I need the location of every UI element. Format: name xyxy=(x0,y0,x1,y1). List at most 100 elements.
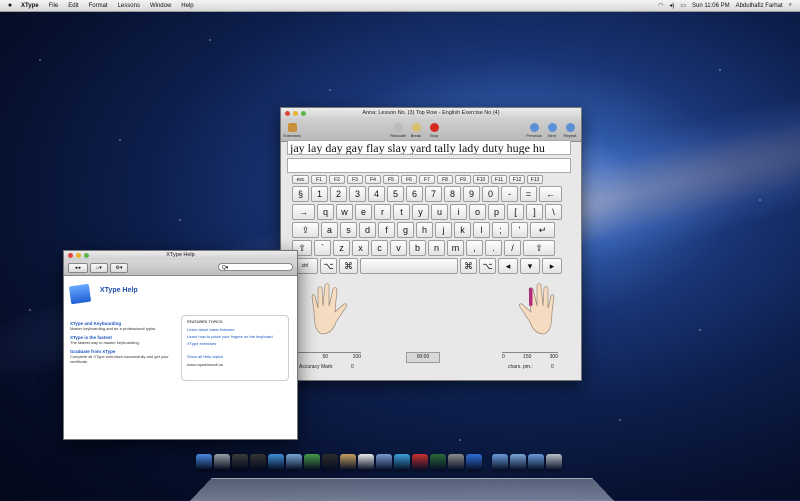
key[interactable]: ` xyxy=(314,240,331,256)
menu-format[interactable]: Format xyxy=(84,3,113,9)
key[interactable] xyxy=(360,258,458,274)
key[interactable]: ] xyxy=(526,204,543,220)
key[interactable]: 6 xyxy=(406,186,423,202)
documents-dock-icon[interactable] xyxy=(510,454,526,470)
launchpad-dock-icon[interactable] xyxy=(214,454,230,470)
facetime-dock-icon[interactable] xyxy=(322,454,338,470)
stop-button[interactable]: Stop xyxy=(425,122,443,138)
key[interactable]: z xyxy=(333,240,350,256)
spotlight-icon[interactable]: ⌕ xyxy=(789,2,792,9)
key[interactable]: F6 xyxy=(401,175,417,184)
action-menu-button[interactable]: ⚙▾ xyxy=(110,263,128,273)
downloads-dock-icon[interactable] xyxy=(528,454,544,470)
website-link[interactable]: www.mywelmsoft.us xyxy=(187,362,283,367)
key[interactable]: v xyxy=(390,240,407,256)
key[interactable]: F2 xyxy=(329,175,345,184)
featured-link[interactable]: XType exercises xyxy=(187,341,283,346)
key[interactable]: 8 xyxy=(444,186,461,202)
next-button[interactable]: Next xyxy=(543,122,561,138)
key[interactable]: ' xyxy=(511,222,528,238)
mail-dock-icon[interactable] xyxy=(286,454,302,470)
key[interactable]: l xyxy=(473,222,490,238)
key[interactable]: - xyxy=(501,186,518,202)
show-all-topics-link[interactable]: Show all Help topics xyxy=(187,354,283,359)
battery-icon[interactable]: ▭ xyxy=(680,2,686,9)
apple-menu-icon[interactable]: ● xyxy=(4,2,16,9)
key[interactable]: j xyxy=(435,222,452,238)
xtype-dock-icon[interactable] xyxy=(466,454,482,470)
itunes-dock-icon[interactable] xyxy=(394,454,410,470)
key[interactable]: n xyxy=(428,240,445,256)
key[interactable]: ◂ xyxy=(498,258,518,274)
key[interactable]: a xyxy=(321,222,338,238)
system-preferences-dock-icon[interactable] xyxy=(448,454,464,470)
key[interactable]: 2 xyxy=(330,186,347,202)
volume-icon[interactable]: ◂) xyxy=(669,2,674,9)
key[interactable]: o xyxy=(469,204,486,220)
key[interactable]: esc xyxy=(292,175,309,184)
key[interactable]: ⌘ xyxy=(460,258,477,274)
relocate-button[interactable]: Relocate xyxy=(389,122,407,138)
minimize-button[interactable] xyxy=(293,111,298,116)
home-button[interactable]: ⌂▾ xyxy=(90,263,108,273)
key[interactable]: / xyxy=(504,240,521,256)
repeat-button[interactable]: Repeat xyxy=(561,122,579,138)
key[interactable]: ⌥ xyxy=(479,258,496,274)
key[interactable]: b xyxy=(409,240,426,256)
key[interactable]: F8 xyxy=(437,175,453,184)
key[interactable]: 7 xyxy=(425,186,442,202)
key[interactable]: q xyxy=(317,204,334,220)
key[interactable]: ← xyxy=(539,186,562,202)
key[interactable]: k xyxy=(454,222,471,238)
featured-link[interactable]: Learn how to place your fingers on the k… xyxy=(187,334,283,339)
key[interactable]: t xyxy=(393,204,410,220)
help-titlebar[interactable]: XType Help xyxy=(64,251,297,260)
key[interactable]: x xyxy=(352,240,369,256)
key[interactable]: F12 xyxy=(509,175,525,184)
key[interactable]: m xyxy=(447,240,464,256)
ichat-dock-icon[interactable] xyxy=(304,454,320,470)
key[interactable]: F13 xyxy=(527,175,543,184)
key[interactable]: 1 xyxy=(311,186,328,202)
key[interactable]: u xyxy=(431,204,448,220)
key[interactable]: \ xyxy=(545,204,562,220)
menu-user[interactable]: Abdulhafiz Farhat xyxy=(736,3,783,9)
mission-control-dock-icon[interactable] xyxy=(232,454,248,470)
key[interactable]: ; xyxy=(492,222,509,238)
break-button[interactable]: Break xyxy=(407,122,425,138)
key[interactable]: F4 xyxy=(365,175,381,184)
key[interactable]: ⇪ xyxy=(292,222,319,238)
time-machine-dock-icon[interactable] xyxy=(430,454,446,470)
xtype-titlebar[interactable]: Anna: Lesson No. (3) Top Row - English E… xyxy=(281,108,581,119)
typing-input-field[interactable] xyxy=(287,158,571,173)
dashboard-dock-icon[interactable] xyxy=(250,454,266,470)
key[interactable]: r xyxy=(374,204,391,220)
applications-dock-icon[interactable] xyxy=(492,454,508,470)
contacts-dock-icon[interactable] xyxy=(340,454,356,470)
key[interactable]: F7 xyxy=(419,175,435,184)
photo-booth-dock-icon[interactable] xyxy=(412,454,428,470)
key[interactable]: p xyxy=(488,204,505,220)
typing-text-field[interactable]: jay lay day gay flay slay yard tally lad… xyxy=(287,140,571,155)
key[interactable]: i xyxy=(450,204,467,220)
menu-window[interactable]: Window xyxy=(145,3,176,9)
help-close-button[interactable] xyxy=(68,253,73,258)
key[interactable]: . xyxy=(485,240,502,256)
help-minimize-button[interactable] xyxy=(76,253,81,258)
key[interactable]: c xyxy=(371,240,388,256)
safari-dock-icon[interactable] xyxy=(268,454,284,470)
key[interactable]: w xyxy=(336,204,353,220)
key[interactable]: F3 xyxy=(347,175,363,184)
help-zoom-button[interactable] xyxy=(84,253,89,258)
key[interactable]: § xyxy=(292,186,309,202)
key[interactable]: 3 xyxy=(349,186,366,202)
calendar-dock-icon[interactable] xyxy=(358,454,374,470)
key[interactable]: f xyxy=(378,222,395,238)
menu-xtype[interactable]: XType xyxy=(16,3,44,9)
key[interactable]: = xyxy=(520,186,537,202)
menu-help[interactable]: Help xyxy=(176,3,198,9)
key[interactable]: F10 xyxy=(473,175,489,184)
key[interactable]: F11 xyxy=(491,175,507,184)
preview-dock-icon[interactable] xyxy=(376,454,392,470)
key[interactable]: 9 xyxy=(463,186,480,202)
